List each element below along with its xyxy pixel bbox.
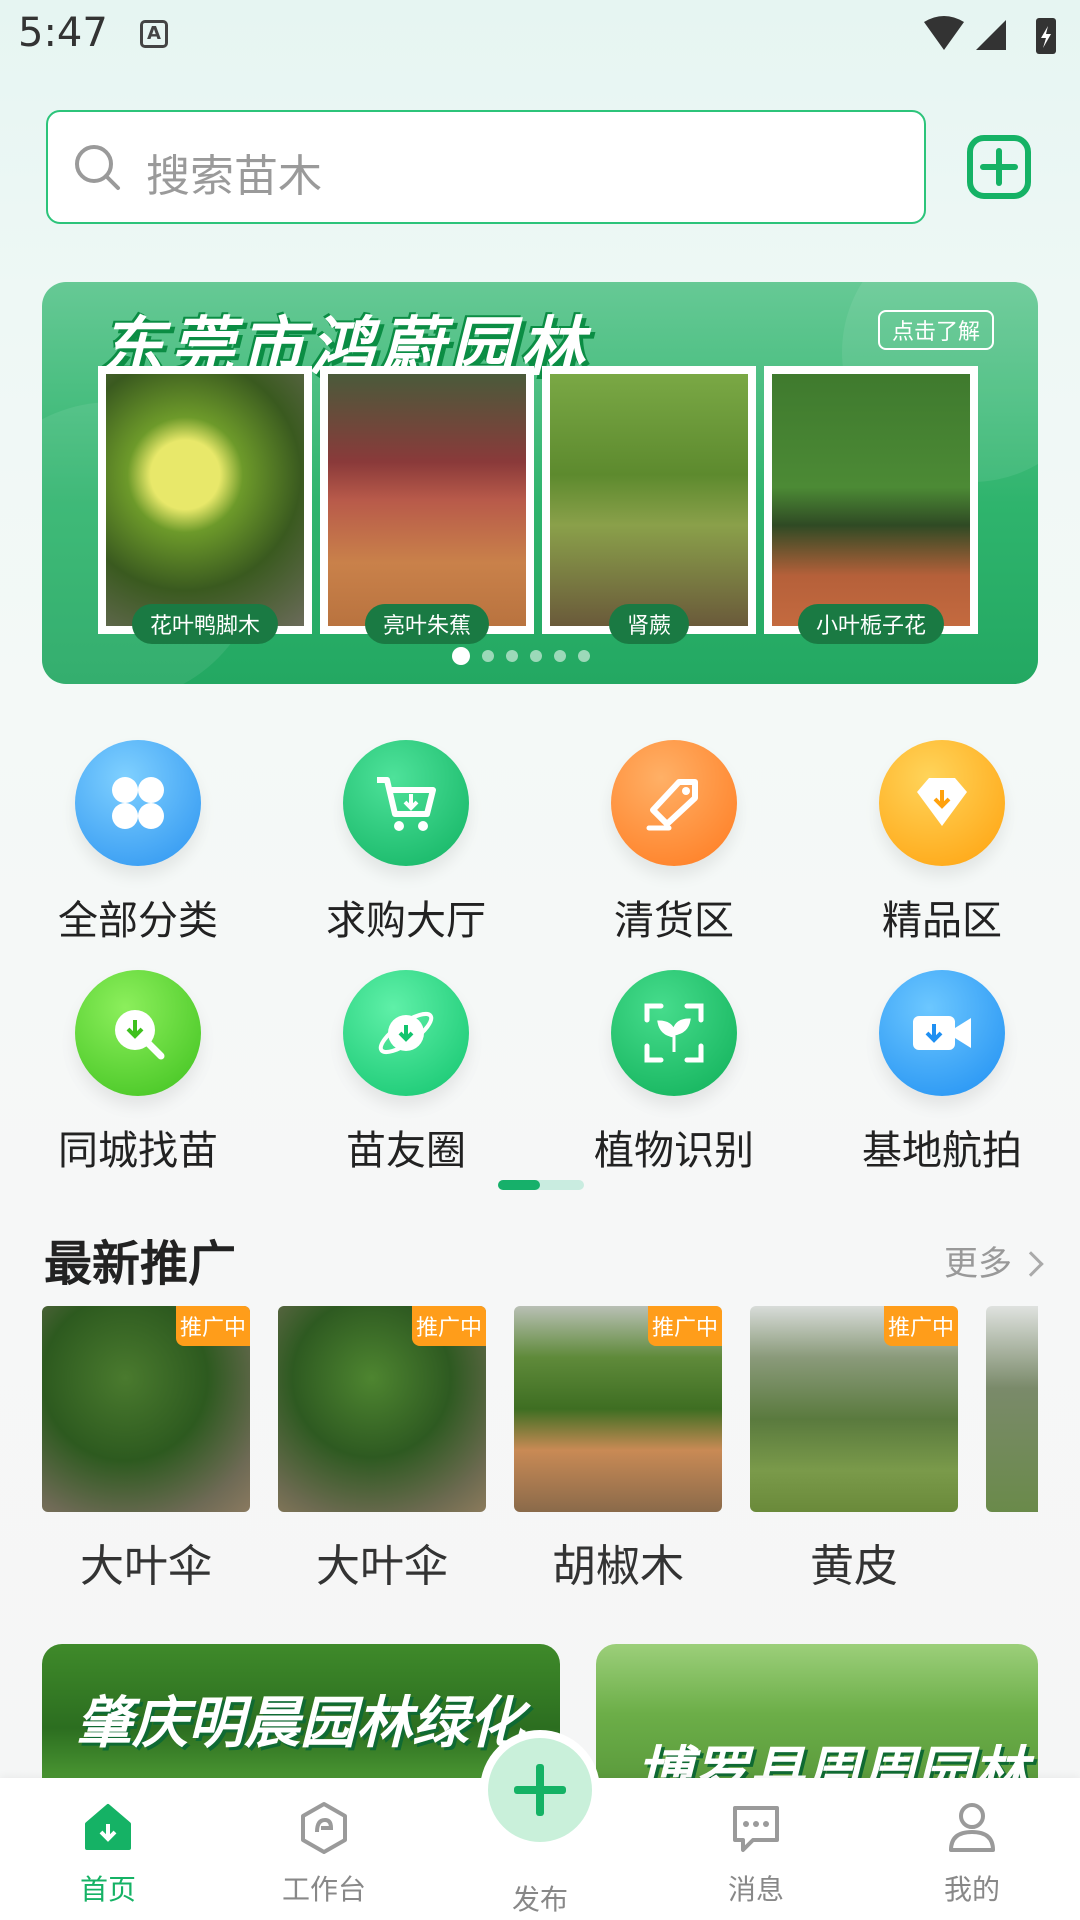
banner-dot bbox=[554, 650, 566, 662]
promo-item-name: 沙 bbox=[986, 1530, 1038, 1594]
category-local-search[interactable]: 同城找苗 bbox=[38, 970, 238, 1176]
grid-icon bbox=[112, 777, 164, 829]
tab-label: 工作台 bbox=[281, 1873, 366, 1906]
banner-photo-caption: 亮叶朱蕉 bbox=[364, 604, 490, 644]
banner-dot bbox=[482, 650, 494, 662]
banner-dot bbox=[506, 650, 518, 662]
category-friends-circle[interactable]: 苗友圈 bbox=[306, 970, 506, 1176]
tab-messages[interactable]: 消息 bbox=[686, 1798, 826, 1908]
workbench-icon bbox=[301, 1802, 347, 1854]
banner-photo: 亮叶朱蕉 bbox=[320, 366, 534, 644]
banner-photo-caption: 肾蕨 bbox=[608, 604, 690, 644]
tab-label: 消息 bbox=[727, 1873, 784, 1906]
category-label: 精品区 bbox=[882, 898, 1002, 944]
banner-cta[interactable]: 点击了解 bbox=[877, 310, 994, 350]
message-icon bbox=[733, 1806, 779, 1852]
promo-item-name: 大叶伞 bbox=[316, 1541, 448, 1592]
category-clearance[interactable]: 清货区 bbox=[574, 740, 774, 946]
status-icons bbox=[924, 16, 1056, 54]
location-search-icon bbox=[115, 1010, 165, 1060]
plus-icon bbox=[488, 1738, 592, 1842]
banner-photo-caption: 小叶栀子花 bbox=[797, 604, 945, 644]
promo-badge: 推广中 bbox=[647, 1306, 722, 1346]
category-label: 苗友圈 bbox=[346, 1128, 466, 1174]
more-label: 更多 bbox=[944, 1244, 1012, 1284]
ad-title: 博罗县周周园林 bbox=[636, 1741, 1028, 1784]
section-title: 最新推广 bbox=[44, 1236, 237, 1292]
banner[interactable]: 东莞市鸿蔚园林 点击了解 花叶鸭脚木 亮叶朱蕉 肾蕨 小叶栀子花 bbox=[42, 282, 1038, 684]
banner-photo: 肾蕨 bbox=[542, 366, 756, 644]
category-premium[interactable]: 精品区 bbox=[842, 740, 1042, 946]
tab-label: 首页 bbox=[79, 1873, 136, 1906]
category-label: 基地航拍 bbox=[862, 1128, 1022, 1174]
promo-item[interactable]: 推广中 大叶伞 bbox=[278, 1306, 486, 1594]
ad-card[interactable]: 博罗县周周园林 bbox=[596, 1644, 1038, 1784]
category-purchase-hall[interactable]: 求购大厅 bbox=[306, 740, 506, 946]
promo-item[interactable]: 沙 bbox=[986, 1306, 1038, 1594]
search-icon bbox=[75, 145, 120, 190]
wifi-icon bbox=[924, 16, 964, 50]
tab-label: 我的 bbox=[943, 1873, 1000, 1906]
category-label: 求购大厅 bbox=[326, 898, 486, 944]
search-placeholder: 搜索苗木 bbox=[146, 151, 322, 202]
category-label: 全部分类 bbox=[58, 898, 218, 944]
signal-icon bbox=[976, 20, 1006, 50]
ad-card[interactable]: 肇庆明晨园林绿化 bbox=[42, 1644, 560, 1784]
tab-profile[interactable]: 我的 bbox=[902, 1798, 1042, 1908]
search-input[interactable]: 搜索苗木 bbox=[46, 110, 926, 224]
category-plant-id[interactable]: 植物识别 bbox=[574, 970, 774, 1176]
add-icon[interactable] bbox=[966, 134, 1032, 200]
planet-icon bbox=[378, 1011, 434, 1055]
banner-photo-caption: 花叶鸭脚木 bbox=[131, 604, 279, 644]
promo-item-name: 黄皮 bbox=[810, 1541, 898, 1592]
tab-label: 发布 bbox=[511, 1883, 568, 1916]
cart-icon bbox=[377, 777, 436, 831]
user-icon bbox=[949, 1803, 995, 1852]
chevron-right-icon bbox=[1018, 1251, 1044, 1277]
promo-badge: 推广中 bbox=[883, 1306, 958, 1346]
banner-pagination bbox=[452, 647, 590, 665]
category-label: 同城找苗 bbox=[58, 1128, 218, 1174]
banner-dot bbox=[578, 650, 590, 662]
tab-workbench[interactable]: 工作台 bbox=[254, 1798, 394, 1908]
category-label: 植物识别 bbox=[594, 1128, 754, 1174]
diamond-icon bbox=[917, 778, 967, 826]
category-label: 清货区 bbox=[614, 898, 734, 944]
status-time: 5:47 bbox=[18, 10, 108, 56]
tab-home[interactable]: 首页 bbox=[38, 1798, 178, 1908]
promo-item-name: 胡椒木 bbox=[552, 1541, 684, 1592]
category-aerial-video[interactable]: 基地航拍 bbox=[842, 970, 1042, 1176]
promo-item[interactable]: 推广中 大叶伞 bbox=[42, 1306, 250, 1594]
home-icon bbox=[85, 1804, 131, 1850]
banner-photo: 小叶栀子花 bbox=[764, 366, 978, 644]
banner-dot bbox=[452, 647, 470, 665]
promo-list: 推广中 大叶伞 推广中 大叶伞 推广中 胡椒木 推广中 黄皮 沙 bbox=[42, 1306, 1038, 1596]
banner-dot bbox=[530, 650, 542, 662]
promo-badge: 推广中 bbox=[175, 1306, 250, 1346]
publish-button[interactable] bbox=[480, 1730, 600, 1850]
more-link[interactable]: 更多 bbox=[944, 1236, 1044, 1285]
banner-photo: 花叶鸭脚木 bbox=[98, 366, 312, 644]
tag-icon bbox=[646, 779, 698, 831]
promo-badge: 推广中 bbox=[411, 1306, 486, 1346]
promo-item[interactable]: 推广中 胡椒木 bbox=[514, 1306, 722, 1594]
status-bar: 5:47 A bbox=[0, 0, 1080, 76]
ad-title: 肇庆明晨园林绿化 bbox=[76, 1691, 524, 1756]
video-camera-icon bbox=[913, 1016, 971, 1050]
notification-icon: A bbox=[140, 20, 168, 48]
promo-item[interactable]: 推广中 黄皮 bbox=[750, 1306, 958, 1594]
category-pager bbox=[498, 1180, 584, 1190]
category-all[interactable]: 全部分类 bbox=[38, 740, 238, 946]
promo-item-name: 大叶伞 bbox=[80, 1541, 212, 1592]
plant-scan-icon bbox=[644, 1003, 704, 1063]
